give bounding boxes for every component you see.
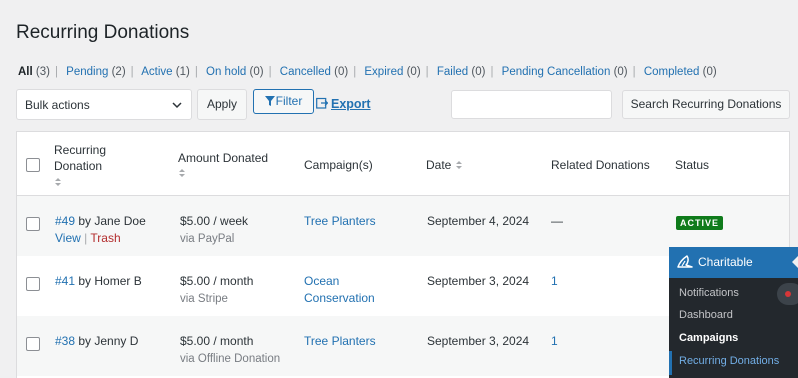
menu-pointer-arrow xyxy=(792,256,798,268)
chevron-down-icon xyxy=(172,102,182,109)
filter-button[interactable]: Filter xyxy=(253,89,314,114)
bulk-actions-select[interactable]: Bulk actions xyxy=(16,89,192,120)
filter-cancelled[interactable]: Cancelled xyxy=(280,66,331,78)
column-amount-donated[interactable]: Amount Donated xyxy=(178,151,268,178)
menu-item-notifications[interactable]: Notifications xyxy=(679,287,739,299)
export-icon xyxy=(316,97,329,109)
filter-failed[interactable]: Failed xyxy=(437,66,468,78)
apply-button[interactable]: Apply xyxy=(197,89,247,120)
filter-count: (0) xyxy=(471,66,486,78)
admin-submenu: Charitable Notifications Dashboard Campa… xyxy=(669,247,798,378)
filter-completed[interactable]: Completed xyxy=(644,66,700,78)
sort-icon xyxy=(456,161,463,169)
related-donations-cell: — xyxy=(551,214,563,228)
related-donations-link[interactable]: 1 xyxy=(551,333,558,350)
amount-cell: $5.00 / week via PayPal xyxy=(180,213,248,248)
amount-cell: $5.00 / month via Offline Donation xyxy=(180,333,280,368)
column-label: Date xyxy=(426,158,452,172)
filter-count: (0) xyxy=(406,66,421,78)
filter-count: (1) xyxy=(175,66,190,78)
view-link[interactable]: View xyxy=(55,231,81,245)
charitable-logo-icon xyxy=(677,255,693,268)
date-cell: September 4, 2024 xyxy=(427,214,530,228)
filter-expired[interactable]: Expired xyxy=(364,66,403,78)
sort-icon xyxy=(55,178,61,186)
campaign-name-line: Conservation xyxy=(304,291,375,305)
menu-title: Charitable xyxy=(698,255,753,269)
status-filter-links: All (3) | Pending (2) | Active (1) | On hol… xyxy=(18,66,717,78)
column-related-donations: Related Donations xyxy=(551,158,650,172)
column-date[interactable]: Date xyxy=(426,158,463,172)
amount-cell: $5.00 / month via Stripe xyxy=(180,273,253,308)
date-cell: September 3, 2024 xyxy=(427,334,530,348)
donation-id-link[interactable]: #49 xyxy=(55,214,75,228)
filter-count: (3) xyxy=(35,66,50,78)
column-label: Donation xyxy=(54,159,103,173)
date-cell: September 3, 2024 xyxy=(427,274,530,288)
filter-on-hold[interactable]: On hold xyxy=(206,66,246,78)
page-title: Recurring Donations xyxy=(16,22,190,43)
row-action-separator: | xyxy=(84,231,88,245)
search-button[interactable]: Search Recurring Donations xyxy=(622,90,790,119)
campaign-link[interactable]: Tree Planters xyxy=(304,213,376,230)
filter-count: (2) xyxy=(111,66,126,78)
select-all-checkbox[interactable] xyxy=(26,158,40,172)
trash-link[interactable]: Trash xyxy=(90,231,120,245)
amount-value: $5.00 / month xyxy=(180,334,254,348)
donation-title: #38 by Jenny D xyxy=(55,333,138,350)
amount-value: $5.00 / week xyxy=(180,214,249,228)
donor-name: by Homer B xyxy=(78,274,142,288)
table-header: Recurring Donation Amount Donated Campai… xyxy=(17,132,789,196)
menu-active-indicator xyxy=(669,351,672,375)
donation-title: #49 by Jane Doe View | Trash xyxy=(55,213,146,247)
donation-title: #41 by Homer B xyxy=(55,273,142,290)
export-label: Export xyxy=(331,97,371,111)
bulk-actions-label: Bulk actions xyxy=(25,98,90,112)
filter-icon xyxy=(264,96,275,106)
filter-count: (0) xyxy=(613,66,628,78)
filter-button-label: Filter xyxy=(275,94,303,108)
search-input[interactable] xyxy=(451,90,612,119)
related-donations-link[interactable]: 1 xyxy=(551,273,558,290)
filter-pending-cancellation[interactable]: Pending Cancellation xyxy=(502,66,611,78)
amount-value: $5.00 / month xyxy=(180,274,254,288)
notification-dot xyxy=(785,291,791,297)
sort-icon xyxy=(179,169,185,177)
donor-name: by Jenny D xyxy=(78,334,139,348)
payment-gateway: via Stripe xyxy=(180,293,228,305)
filter-count: (0) xyxy=(249,66,264,78)
donation-id-link[interactable]: #38 xyxy=(55,334,75,348)
row-checkbox[interactable] xyxy=(26,277,40,291)
menu-charitable[interactable]: Charitable xyxy=(669,247,798,278)
payment-gateway: via PayPal xyxy=(180,233,235,245)
menu-item-recurring-donations[interactable]: Recurring Donations xyxy=(679,355,779,367)
payment-gateway: via Offline Donation xyxy=(180,353,281,365)
column-recurring-donation[interactable]: Recurring Donation xyxy=(54,142,106,187)
export-link[interactable]: Export xyxy=(316,97,371,111)
menu-item-dashboard[interactable]: Dashboard xyxy=(679,309,733,321)
filter-count: (0) xyxy=(702,66,717,78)
filter-pending[interactable]: Pending xyxy=(66,66,108,78)
column-campaigns: Campaign(s) xyxy=(304,158,373,172)
column-label: Amount Donated xyxy=(178,151,269,165)
filter-active[interactable]: Active xyxy=(141,66,172,78)
column-label: Recurring xyxy=(54,143,107,157)
row-checkbox[interactable] xyxy=(26,337,40,351)
campaign-name-line: Ocean xyxy=(304,274,340,288)
menu-item-campaigns[interactable]: Campaigns xyxy=(679,332,738,344)
filter-all[interactable]: All xyxy=(18,66,33,78)
donation-id-link[interactable]: #41 xyxy=(55,274,75,288)
donor-name: by Jane Doe xyxy=(78,214,146,228)
row-checkbox[interactable] xyxy=(26,217,40,231)
status-badge: ACTIVE xyxy=(676,216,724,230)
campaign-link[interactable]: Tree Planters xyxy=(304,333,376,350)
column-status: Status xyxy=(675,158,710,172)
filter-count: (0) xyxy=(334,66,349,78)
campaign-link[interactable]: Ocean Conservation xyxy=(304,273,375,307)
